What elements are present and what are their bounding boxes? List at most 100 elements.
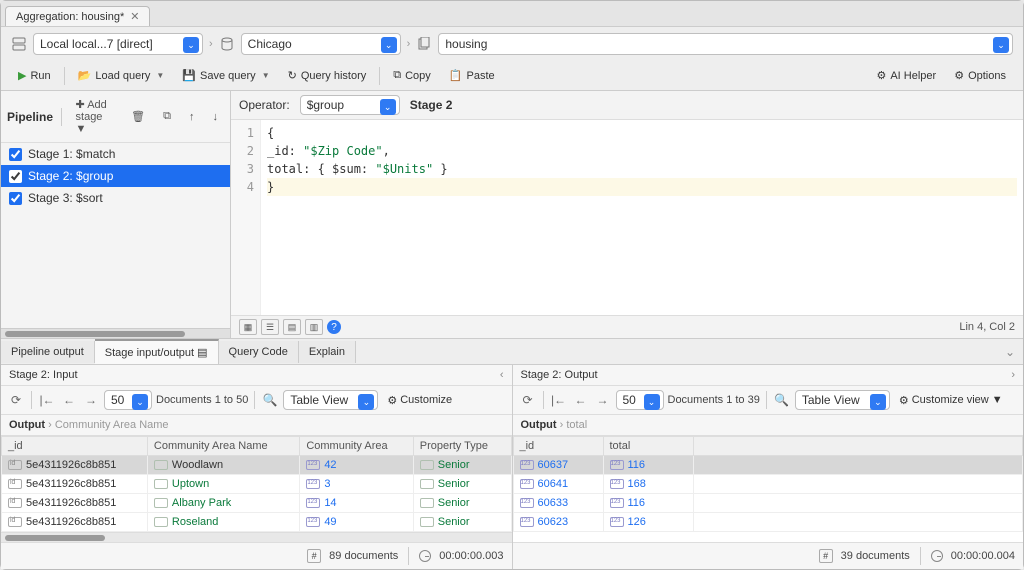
paste-button[interactable]: 📋Paste [442, 65, 502, 86]
view-mode-icon[interactable]: ▤ [283, 319, 301, 335]
input-panel: Stage 2: Input ‹ ⟳ |← ← → 50⌄ Documents … [1, 365, 513, 569]
database-dropdown[interactable]: Chicago ⌄ [241, 33, 401, 55]
load-query-button[interactable]: 📂Load query▼ [71, 65, 172, 86]
chevron-down-icon: ⌄ [381, 37, 397, 53]
help-icon[interactable]: ? [327, 320, 341, 334]
stage-list: Stage 1: $match Stage 2: $groupStage 3: $… [1, 143, 230, 328]
chevron-down-icon: ⌄ [993, 37, 1009, 53]
connection-dropdown[interactable]: Local local...7 [direct] ⌄ [33, 33, 203, 55]
gear-icon: ⚙ [899, 394, 909, 407]
customize-view-button[interactable]: ⚙Customize view ▼ [894, 391, 1008, 410]
line-gutter: 1 2 3 4 [231, 120, 261, 315]
close-icon[interactable]: ✕ [130, 10, 139, 23]
pipeline-title: Pipeline [7, 110, 53, 124]
range-label: Documents 1 to 39 [668, 394, 760, 406]
gear-icon: ⚙ [876, 69, 886, 82]
collection-value: housing [445, 37, 487, 51]
chevron-down-icon[interactable]: ⌄ [1005, 345, 1015, 359]
paste-icon: 📋 [449, 69, 463, 82]
table-row[interactable]: 5e4311926c8b851 Roseland 49 Senior [2, 513, 512, 532]
operator-dropdown[interactable]: $group ⌄ [300, 95, 400, 115]
view-mode-icon[interactable]: ☰ [261, 319, 279, 335]
stage-checkbox[interactable] [9, 192, 22, 205]
table-row[interactable]: 5e4311926c8b851 Woodlawn 42 Senior [2, 456, 512, 475]
chevron-down-icon: ⌄ [183, 37, 199, 53]
input-grid[interactable]: _id Community Area Name Community Area P… [1, 436, 512, 532]
save-query-button[interactable]: 💾Save query▼ [175, 65, 276, 86]
elapsed-time: 00:00:00.003 [439, 550, 503, 562]
stage-checkbox[interactable] [9, 170, 22, 183]
find-icon[interactable]: 🔍 [773, 391, 791, 409]
table-row[interactable]: 60641 168 [513, 475, 1023, 494]
copy-button[interactable]: ⧉Copy [386, 65, 438, 86]
first-page-icon[interactable]: |← [38, 391, 56, 409]
run-button[interactable]: ▶Run [11, 65, 58, 86]
split-icon: ▤ [197, 347, 207, 359]
stage-item[interactable]: Stage 1: $match [1, 143, 230, 165]
range-label: Documents 1 to 50 [156, 394, 248, 406]
refresh-icon[interactable]: ⟳ [7, 391, 25, 409]
breadcrumb-separator: › [209, 38, 213, 50]
output-grid[interactable]: _id total 60637 116 60641 168 60633 116 … [513, 436, 1024, 542]
ai-helper-button[interactable]: ⚙AI Helper [869, 65, 943, 86]
tab-stage-input-output[interactable]: Stage input/output ▤ [95, 339, 219, 364]
save-icon: 💾 [182, 69, 196, 82]
clock-icon [419, 550, 431, 562]
customize-button[interactable]: ⚙Customize [382, 391, 457, 410]
history-icon: ↻ [288, 69, 297, 82]
view-dropdown[interactable]: Table View⌄ [795, 390, 890, 410]
next-page-icon[interactable]: → [82, 391, 100, 409]
options-button[interactable]: ⚙Options [947, 65, 1013, 86]
view-mode-icon[interactable]: ▥ [305, 319, 323, 335]
tab-query-code[interactable]: Query Code [219, 341, 299, 363]
refresh-icon[interactable]: ⟳ [519, 391, 537, 409]
horizontal-scrollbar[interactable] [1, 328, 230, 338]
table-row[interactable]: 60637 116 [513, 456, 1023, 475]
delete-stage-button[interactable]: 🗑 [125, 107, 151, 126]
gear-icon: ⚙ [954, 69, 964, 82]
find-icon[interactable]: 🔍 [261, 391, 279, 409]
output-breadcrumb: Output › Community Area Name [1, 415, 512, 436]
view-dropdown[interactable]: Table View⌄ [283, 390, 378, 410]
add-stage-button[interactable]: ✚ Add stage ▼ [70, 95, 120, 138]
code-editor[interactable]: 1 2 3 4 { _id: "$Zip Code", total: { $su… [231, 120, 1023, 315]
view-mode-icon[interactable]: ▦ [239, 319, 257, 335]
duplicate-stage-button[interactable]: ⧉ [157, 107, 177, 126]
collection-dropdown[interactable]: housing ⌄ [438, 33, 1013, 55]
document-tab-title: Aggregation: housing* [16, 11, 124, 23]
stage-checkbox[interactable] [9, 148, 22, 161]
table-row[interactable]: 60633 116 [513, 494, 1023, 513]
clock-icon [931, 550, 943, 562]
tab-explain[interactable]: Explain [299, 341, 356, 363]
chevron-right-icon[interactable]: › [1011, 369, 1015, 381]
table-row[interactable]: 5e4311926c8b851 Uptown 3 Senior [2, 475, 512, 494]
folder-icon: 📂 [78, 69, 92, 82]
page-size-dropdown[interactable]: 50⌄ [104, 390, 152, 410]
prev-page-icon[interactable]: ← [572, 391, 590, 409]
table-row[interactable]: 60623 126 [513, 513, 1023, 532]
document-count-icon: # [819, 549, 833, 563]
chevron-down-icon: ⌄ [644, 394, 660, 410]
connection-value: Local local...7 [direct] [40, 37, 153, 51]
chevron-left-icon[interactable]: ‹ [500, 369, 504, 381]
tab-pipeline-output[interactable]: Pipeline output [1, 341, 95, 363]
bottom-tabs: Pipeline output Stage input/output ▤ Que… [1, 339, 1023, 365]
next-page-icon[interactable]: → [594, 391, 612, 409]
stage-label: Stage 1: $match [28, 147, 115, 161]
collection-icon [416, 36, 432, 52]
move-up-button[interactable]: ↑ [183, 108, 201, 126]
query-history-button[interactable]: ↻Query history [281, 65, 374, 86]
output-panel-title: Stage 2: Output [521, 369, 598, 381]
horizontal-scrollbar[interactable] [1, 532, 512, 542]
document-tab[interactable]: Aggregation: housing* ✕ [5, 6, 150, 26]
output-breadcrumb: Output › total [513, 415, 1024, 436]
table-row[interactable]: 5e4311926c8b851 Albany Park 14 Senior [2, 494, 512, 513]
input-panel-title: Stage 2: Input [9, 369, 78, 381]
move-down-button[interactable]: ↓ [207, 108, 225, 126]
stage-item[interactable]: Stage 2: $group [1, 165, 230, 187]
prev-page-icon[interactable]: ← [60, 391, 78, 409]
page-size-dropdown[interactable]: 50⌄ [616, 390, 664, 410]
first-page-icon[interactable]: |← [550, 391, 568, 409]
cursor-position: Lin 4, Col 2 [959, 321, 1015, 333]
stage-item[interactable]: Stage 3: $sort [1, 187, 230, 209]
